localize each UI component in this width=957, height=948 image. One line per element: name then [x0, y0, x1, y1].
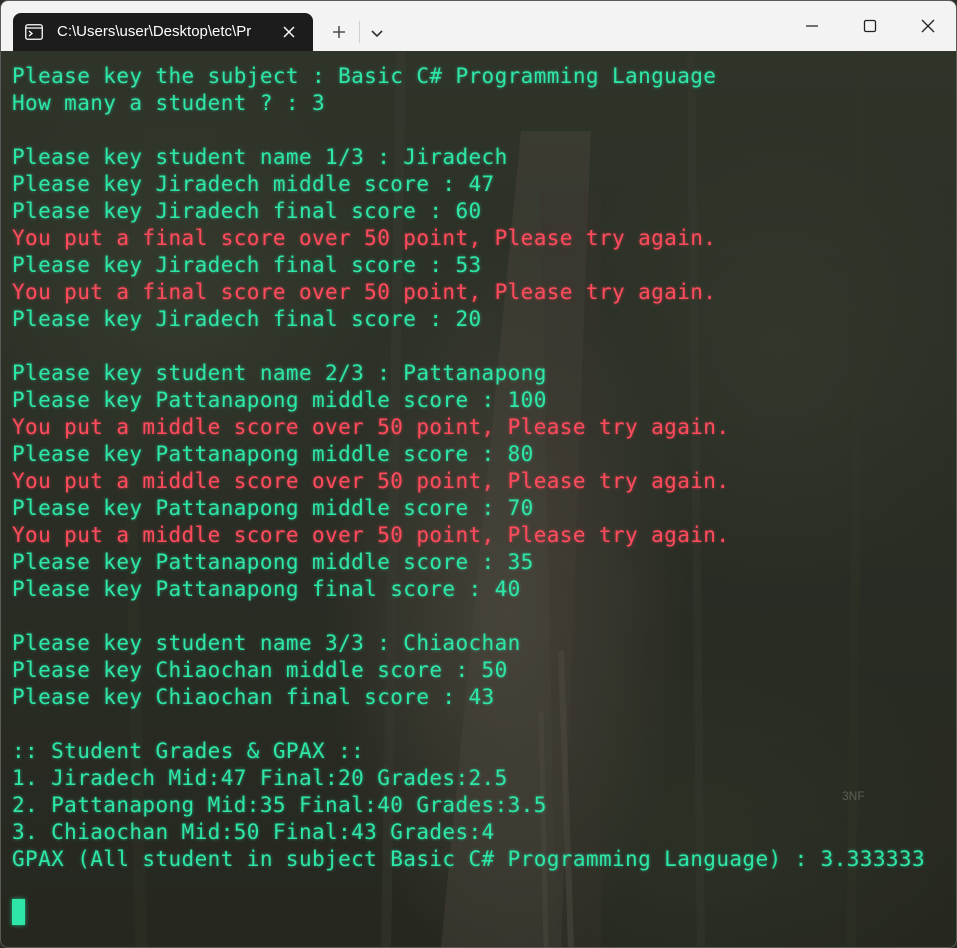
output-line: Please key the subject : Basic C# Progra… [12, 64, 717, 88]
tab-title: C:\Users\user\Desktop\etc\Pr [57, 23, 252, 40]
output-line: 1. Jiradech Mid:47 Final:20 Grades:2.5 [12, 766, 508, 790]
output-line: Please key Jiradech final score : 53 [12, 253, 482, 277]
title-bar[interactable]: C:\Users\user\Desktop\etc\Pr [1, 1, 956, 51]
output-line: Please key Jiradech final score : 60 [12, 199, 482, 223]
output-line: Please key Pattanapong middle score : 10… [12, 388, 547, 412]
watermark-text: 3NF [842, 789, 865, 803]
output-line: Please key Chiaochan middle score : 50 [12, 658, 508, 682]
plus-icon[interactable] [326, 19, 352, 45]
output-line: Please key Jiradech middle score : 47 [12, 172, 495, 196]
output-line: Please key student name 1/3 : Jiradech [12, 145, 508, 169]
output-line: Please key Jiradech final score : 20 [12, 307, 482, 331]
maximize-icon[interactable] [841, 1, 899, 51]
output-line [12, 117, 952, 144]
output-line [12, 603, 952, 630]
error-line: You put a middle score over 50 point, Pl… [12, 415, 730, 439]
output-line: 3. Chiaochan Mid:50 Final:43 Grades:4 [12, 820, 495, 844]
error-line: You put a middle score over 50 point, Pl… [12, 469, 730, 493]
output-line: Please key Pattanapong middle score : 35 [12, 550, 534, 574]
output-line: 2. Pattanapong Mid:35 Final:40 Grades:3.… [12, 793, 547, 817]
output-line: Please key Chiaochan final score : 43 [12, 685, 495, 709]
terminal-tab[interactable]: C:\Users\user\Desktop\etc\Pr [13, 13, 313, 51]
output-line: How many a student ? : 3 [12, 91, 326, 115]
output-line: Please key Pattanapong middle score : 80 [12, 442, 534, 466]
error-line: You put a final score over 50 point, Ple… [12, 226, 717, 250]
close-tab-icon[interactable] [277, 20, 301, 44]
output-line: Please key student name 2/3 : Pattanapon… [12, 361, 547, 385]
close-icon[interactable] [899, 1, 956, 51]
terminal-output-area[interactable]: Please key the subject : Basic C# Progra… [1, 51, 956, 947]
text-cursor[interactable] [12, 899, 25, 925]
chevron-down-icon[interactable] [365, 21, 389, 45]
output-line: Please key student name 3/3 : Chiaochan [12, 631, 521, 655]
terminal-window: C:\Users\user\Desktop\etc\Pr Please key … [0, 0, 957, 948]
output-line [12, 711, 952, 738]
error-line: You put a final score over 50 point, Ple… [12, 280, 717, 304]
tab-divider [359, 21, 360, 43]
terminal-lines: Please key the subject : Basic C# Progra… [12, 63, 952, 873]
error-line: You put a middle score over 50 point, Pl… [12, 523, 730, 547]
minimize-icon[interactable] [783, 1, 841, 51]
output-line: Please key Pattanapong middle score : 70 [12, 496, 534, 520]
output-line: Please key Pattanapong final score : 40 [12, 577, 521, 601]
terminal-icon [25, 24, 43, 40]
output-line: :: Student Grades & GPAX :: [12, 739, 365, 763]
output-line [12, 333, 952, 360]
output-line: GPAX (All student in subject Basic C# Pr… [12, 847, 926, 871]
